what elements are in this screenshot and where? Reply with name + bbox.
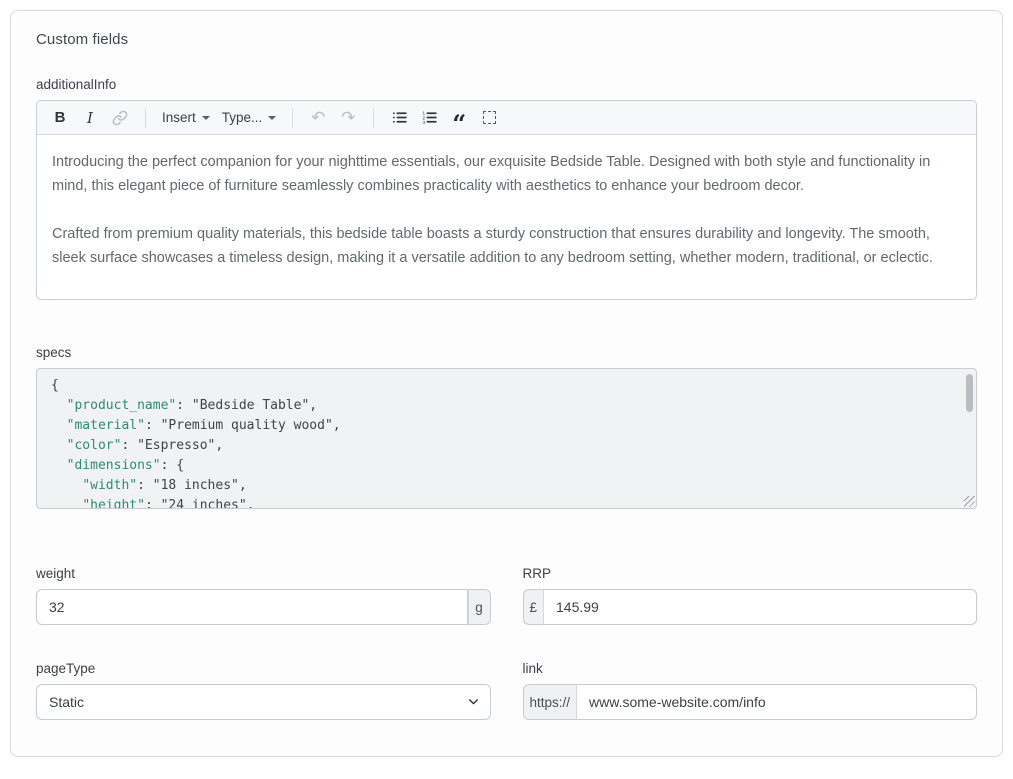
chevron-down-icon	[202, 116, 210, 120]
link-button[interactable]	[107, 105, 133, 131]
additional-info-section: additionalInfo B I Insert	[36, 77, 977, 300]
code-block-button[interactable]	[476, 105, 502, 131]
weight-unit-addon: g	[468, 589, 491, 625]
rrp-label: RRP	[523, 566, 978, 581]
bold-button[interactable]: B	[47, 105, 73, 131]
weight-label: weight	[36, 566, 491, 581]
pagetype-field-group: pageType Static	[36, 661, 491, 720]
link-icon	[112, 110, 128, 126]
rich-text-editor: B I Insert Type...	[36, 100, 977, 300]
specs-code-content: { "product_name": "Bedside Table", "mate…	[51, 376, 956, 509]
type-menu-button[interactable]: Type...	[218, 105, 281, 131]
redo-icon: ↷	[341, 108, 355, 128]
rte-toolbar: B I Insert Type...	[37, 101, 976, 135]
toolbar-divider	[145, 108, 146, 128]
redo-button[interactable]: ↷	[335, 105, 361, 131]
blockquote-button[interactable]: “	[446, 105, 472, 131]
resize-handle-icon[interactable]	[964, 496, 975, 507]
rrp-currency-addon: £	[523, 589, 545, 625]
card-title: Custom fields	[36, 31, 977, 48]
code-block-icon	[483, 111, 496, 124]
insert-menu-button[interactable]: Insert	[158, 105, 214, 131]
undo-button[interactable]: ↶	[305, 105, 331, 131]
toolbar-divider	[373, 108, 374, 128]
toolbar-divider	[292, 108, 293, 128]
pagetype-select[interactable]: Static	[36, 684, 491, 720]
weight-rrp-row: weight g RRP £	[36, 566, 977, 625]
insert-menu-label: Insert	[162, 110, 196, 125]
weight-field-group: weight g	[36, 566, 491, 625]
link-label: link	[523, 661, 978, 676]
rrp-input[interactable]	[544, 589, 977, 625]
additional-info-label: additionalInfo	[36, 77, 977, 92]
rte-content[interactable]: Introducing the perfect companion for yo…	[37, 135, 976, 285]
svg-text:3: 3	[422, 120, 425, 126]
rrp-field-group: RRP £	[523, 566, 978, 625]
chevron-down-icon	[268, 116, 276, 120]
ordered-list-button[interactable]: 1 2 3	[416, 105, 442, 131]
scrollbar-thumb[interactable]	[966, 374, 973, 412]
link-input[interactable]	[577, 684, 977, 720]
specs-code-editor[interactable]: { "product_name": "Bedside Table", "mate…	[36, 368, 977, 509]
italic-button[interactable]: I	[77, 105, 103, 131]
specs-label: specs	[36, 345, 977, 360]
bullet-list-icon	[391, 109, 408, 126]
blockquote-icon: “	[452, 119, 466, 129]
weight-input[interactable]	[36, 589, 468, 625]
ordered-list-icon: 1 2 3	[421, 109, 438, 126]
link-protocol-addon: https://	[523, 684, 578, 720]
pagetype-label: pageType	[36, 661, 491, 676]
undo-icon: ↶	[311, 108, 325, 128]
specs-section: specs { "product_name": "Bedside Table",…	[36, 345, 977, 509]
custom-fields-card: Custom fields additionalInfo B I Inse	[10, 10, 1003, 757]
rte-paragraph: Crafted from premium quality materials, …	[52, 222, 961, 270]
bullet-list-button[interactable]	[386, 105, 412, 131]
type-menu-label: Type...	[222, 110, 263, 125]
pagetype-link-row: pageType Static link https://	[36, 661, 977, 720]
rte-paragraph: Introducing the perfect companion for yo…	[52, 150, 961, 198]
link-field-group: link https://	[523, 661, 978, 720]
